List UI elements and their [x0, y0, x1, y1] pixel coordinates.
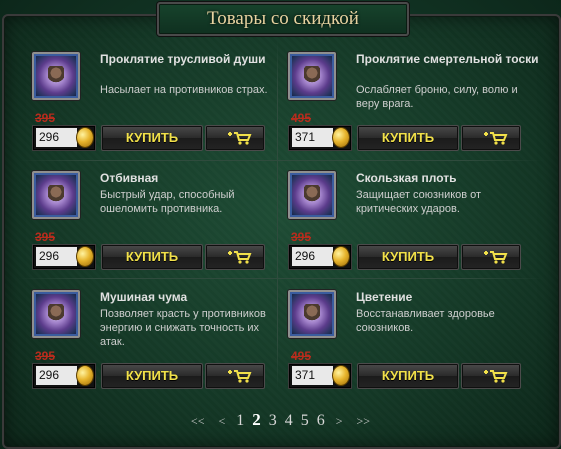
- shop-item: Проклятие смертельной тоски Ослабляет бр…: [288, 52, 539, 164]
- page-link-4[interactable]: 4: [285, 412, 293, 430]
- last-page-link[interactable]: >>: [357, 414, 371, 429]
- item-name: Проклятие смертельной тоски: [356, 52, 539, 66]
- item-name: Мушиная чума: [100, 290, 188, 304]
- buy-button[interactable]: КУПИТЬ: [101, 125, 203, 151]
- price-value: 371: [292, 366, 333, 385]
- price-value: 296: [292, 247, 333, 266]
- cursed-creature-icon[interactable]: [288, 171, 336, 219]
- add-to-cart-icon: [484, 132, 508, 145]
- price-value: 296: [36, 366, 77, 385]
- buy-button[interactable]: КУПИТЬ: [357, 363, 459, 389]
- item-description: Восстанавливает здоровье союзников.: [356, 308, 495, 334]
- page-link-1[interactable]: 1: [236, 412, 244, 430]
- gold-coin-icon: [77, 247, 93, 266]
- cursed-creature-icon[interactable]: [288, 290, 336, 338]
- price-box: 371: [288, 363, 352, 389]
- page-link-2: 2: [252, 410, 261, 429]
- old-price: 395: [35, 111, 56, 125]
- old-price: 395: [35, 349, 56, 363]
- buy-button[interactable]: КУПИТЬ: [357, 125, 459, 151]
- add-to-cart-button[interactable]: [461, 244, 521, 270]
- add-to-cart-button[interactable]: [205, 125, 265, 151]
- add-to-cart-button[interactable]: [461, 363, 521, 389]
- page-link-3[interactable]: 3: [269, 412, 277, 430]
- cursed-creature-icon[interactable]: [32, 171, 80, 219]
- gold-coin-icon: [333, 366, 349, 385]
- cursed-creature-icon[interactable]: [288, 52, 336, 100]
- page-link-5[interactable]: 5: [301, 412, 309, 430]
- add-to-cart-icon: [228, 132, 252, 145]
- old-price: 395: [291, 230, 312, 244]
- item-name: Скользкая плоть: [356, 171, 457, 185]
- gold-coin-icon: [333, 247, 349, 266]
- shop-item: Отбивная Быстрый удар, способный ошеломи…: [32, 171, 282, 283]
- first-page-link[interactable]: <<: [191, 414, 205, 429]
- price-box: 296: [32, 363, 96, 389]
- price-value: 296: [36, 247, 77, 266]
- item-name: Проклятие трусливой души: [100, 52, 266, 66]
- item-description: Ослабляет броню, силу, волю и веру врага…: [356, 84, 518, 110]
- gold-coin-icon: [333, 128, 349, 147]
- old-price: 495: [291, 349, 312, 363]
- add-to-cart-button[interactable]: [461, 125, 521, 151]
- price-box: 296: [288, 244, 352, 270]
- pagination: << < 1 2 3 4 5 6 > >>: [0, 410, 561, 430]
- price-box: 296: [32, 125, 96, 151]
- price-value: 296: [36, 128, 77, 147]
- gold-coin-icon: [77, 366, 93, 385]
- gold-coin-icon: [77, 128, 93, 147]
- next-page-link[interactable]: >: [336, 414, 343, 429]
- price-box: 371: [288, 125, 352, 151]
- add-to-cart-icon: [484, 251, 508, 264]
- window-title: Товары со скидкой: [157, 2, 409, 36]
- price-box: 296: [32, 244, 96, 270]
- cursed-creature-icon[interactable]: [32, 290, 80, 338]
- item-name: Отбивная: [100, 171, 159, 185]
- old-price: 395: [35, 230, 56, 244]
- shop-item: Проклятие трусливой души Насылает на про…: [32, 52, 282, 164]
- item-description: Быстрый удар, способный ошеломить против…: [100, 189, 235, 215]
- item-description: Позволяет красть у противников энергию и…: [100, 308, 266, 348]
- shop-item: Мушиная чума Позволяет красть у противни…: [32, 290, 282, 402]
- shop-item: Цветение Восстанавливает здоровье союзни…: [288, 290, 538, 402]
- add-to-cart-icon: [228, 251, 252, 264]
- item-name: Цветение: [356, 290, 413, 304]
- price-value: 371: [292, 128, 333, 147]
- item-description: Защищает союзников от критических ударов…: [356, 189, 482, 215]
- item-description: Насылает на противников страх.: [100, 84, 268, 96]
- add-to-cart-icon: [228, 370, 252, 383]
- buy-button[interactable]: КУПИТЬ: [101, 363, 203, 389]
- add-to-cart-button[interactable]: [205, 363, 265, 389]
- old-price: 495: [291, 111, 312, 125]
- add-to-cart-button[interactable]: [205, 244, 265, 270]
- page-link-6[interactable]: 6: [317, 412, 325, 430]
- cursed-creature-icon[interactable]: [32, 52, 80, 100]
- prev-page-link[interactable]: <: [218, 414, 225, 429]
- buy-button[interactable]: КУПИТЬ: [101, 244, 203, 270]
- buy-button[interactable]: КУПИТЬ: [357, 244, 459, 270]
- add-to-cart-icon: [484, 370, 508, 383]
- shop-item: Скользкая плоть Защищает союзников от кр…: [288, 171, 538, 283]
